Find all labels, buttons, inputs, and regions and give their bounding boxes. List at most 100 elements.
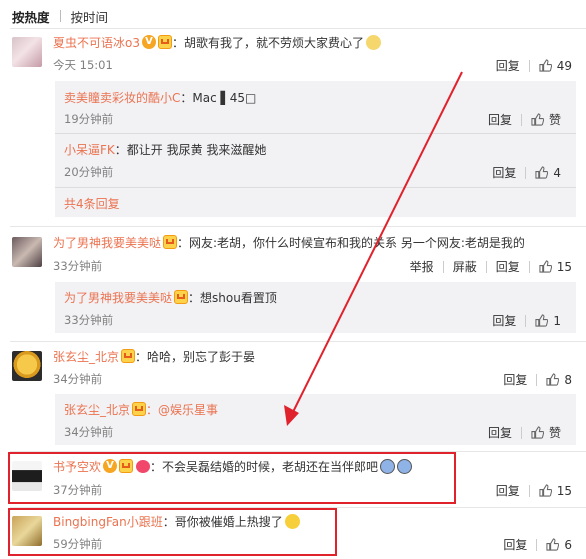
thumbs-up-icon [546,373,560,386]
thumbs-up-icon [531,113,544,126]
comment-text: ：哈哈，别忘了彭于晏 [135,349,256,364]
like-count: 49 [556,58,572,73]
like-button[interactable]: 1 [535,314,561,328]
reply-button[interactable]: 回复 [503,536,527,553]
divider [10,341,586,342]
comment-time: 今天 15:01 [53,58,113,72]
reply-button[interactable]: 回复 [496,258,520,275]
comment-line: 为了男神我要美美哒 ：网友:老胡，你什么时候宣布和我的关系 另一个网友:老胡是我… [53,233,525,251]
comment-time: 34分钟前 [53,372,103,386]
reply-text: ：@娱乐星事 [146,402,219,417]
replies-box: 为了男神我要美美哒 ：想shou看置顶 33分钟前 回复 1 [55,282,576,333]
like-button[interactable]: 赞 [531,111,561,128]
avatar[interactable] [12,37,42,67]
replies-box: 卖美瞳卖彩妆的酷小C ：Mac ▌45□ 19分钟前 回复 赞 小呆逼FK ：都… [55,81,576,217]
like-button[interactable]: 15 [539,260,572,274]
like-button[interactable]: 4 [535,166,561,180]
like-label: 赞 [548,113,561,127]
action-divider [520,113,522,126]
like-count: 4 [553,165,561,180]
reply-username[interactable]: 小呆逼FK [64,141,115,158]
reply-text: ：都让开 我尿黄 我来滋醒她 [114,142,267,157]
comment-time: 33分钟前 [53,259,103,273]
tab-by-hot[interactable]: 按热度 [12,7,50,26]
reply-button[interactable]: 回复 [496,57,520,74]
action-divider [525,166,527,179]
like-count: 15 [556,259,572,274]
like-count: 6 [564,537,572,552]
vip-crown-icon [174,290,189,304]
doge-emoji-icon [366,34,381,50]
reply-button[interactable]: 回复 [488,111,512,128]
verified-badge-icon: V [141,35,156,49]
comment-actions: 回复 8 [503,371,572,388]
comment-text: ：网友:老胡，你什么时候宣布和我的关系 另一个网友:老胡是我的 [177,235,525,250]
reply-button[interactable]: 回复 [503,371,527,388]
reply-time: 19分钟前 [64,112,114,126]
comment-line: 夏虫不可语冰o3 V ：胡歌有我了，就不劳烦大家费心了 [53,33,381,51]
vip-crown-icon [132,402,147,416]
username[interactable]: 为了男神我要美美哒 [53,234,161,251]
tab-divider [59,10,61,22]
like-label: 赞 [548,426,561,440]
reply-button[interactable]: 回复 [492,312,516,329]
thumbs-up-icon [535,314,549,327]
reply-text: ：Mac ▌45□ [180,90,257,105]
action-divider [442,260,444,273]
like-count: 1 [553,313,561,328]
highlight-box [8,508,337,556]
comment-text: ：胡歌有我了，就不劳烦大家费心了 [171,35,364,50]
reply-button[interactable]: 回复 [492,164,516,181]
block-button[interactable]: 屏蔽 [453,258,477,275]
reply-line: 为了男神我要美美哒 ：想shou看置顶 [64,288,277,306]
comment-line: 张玄尘_北京 ：哈哈，别忘了彭于晏 [53,347,255,365]
reply-actions: 回复 1 [492,312,561,329]
thumbs-up-icon [535,166,549,179]
reply-time: 20分钟前 [64,165,114,179]
action-divider [520,426,522,439]
reply-line: 张玄尘_北京 ：@娱乐星事 [64,400,218,418]
like-button[interactable]: 15 [539,484,572,498]
reply-actions: 回复 赞 [488,111,561,128]
like-button[interactable]: 6 [546,538,572,552]
like-button[interactable]: 49 [539,59,572,73]
replies-box: 张玄尘_北京 ：@娱乐星事 34分钟前 回复 赞 [55,394,576,445]
avatar[interactable] [12,351,42,381]
action-divider [528,484,530,497]
more-replies-link[interactable]: 共4条回复 [64,195,120,212]
reply-username[interactable]: 为了男神我要美美哒 [64,289,172,306]
reply-time: 34分钟前 [64,425,114,439]
comment-actions: 举报 屏蔽 回复 15 [410,258,572,275]
action-divider [528,260,530,273]
tab-by-time[interactable]: 按时间 [71,7,109,26]
reply-button[interactable]: 回复 [488,424,512,441]
reply-text: ：想shou看置顶 [188,290,277,305]
divider [55,187,576,188]
reply-actions: 回复 4 [492,164,561,181]
like-button[interactable]: 赞 [531,424,561,441]
reply-username[interactable]: 卖美瞳卖彩妆的酷小C [64,89,180,106]
avatar[interactable] [12,237,42,267]
reply-time: 33分钟前 [64,313,114,327]
sort-tabs: 按热度 按时间 [12,6,108,26]
like-count: 8 [564,372,572,387]
reply-button[interactable]: 回复 [496,482,520,499]
divider [10,28,586,29]
vip-crown-icon [157,35,172,49]
reply-actions: 回复 赞 [488,424,561,441]
username[interactable]: 夏虫不可语冰o3 [53,34,140,51]
action-divider [525,314,527,327]
username[interactable]: 张玄尘_北京 [53,348,119,365]
vip-crown-icon [121,349,136,363]
divider [10,226,586,227]
thumbs-up-icon [531,426,544,439]
action-divider [485,260,487,273]
reply-line: 小呆逼FK ：都让开 我尿黄 我来滋醒她 [64,140,266,158]
report-button[interactable]: 举报 [410,258,434,275]
action-divider [528,59,530,72]
reply-line: 卖美瞳卖彩妆的酷小C ：Mac ▌45□ [64,88,256,106]
reply-username[interactable]: 张玄尘_北京 [64,401,130,418]
comment-actions: 回复 15 [496,482,572,499]
like-button[interactable]: 8 [546,373,572,387]
highlight-box [8,452,456,504]
